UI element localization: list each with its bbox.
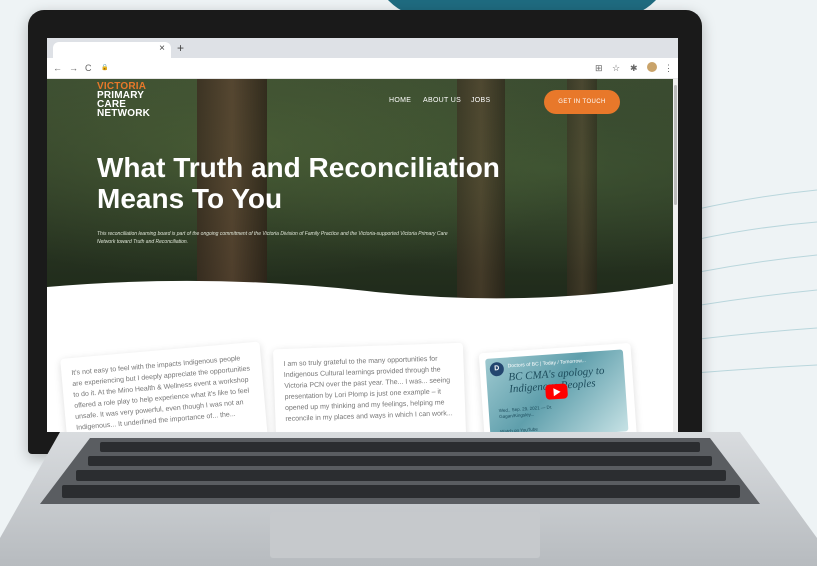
nav-jobs[interactable]: JOBS (471, 97, 490, 104)
testimonial-text: I am so truly grateful to the many oppor… (283, 355, 453, 423)
close-icon[interactable]: × (159, 43, 165, 54)
extensions-icon[interactable]: ⊞ (595, 63, 603, 74)
video-embed[interactable]: D Doctors of BC | Today / Tomorrow... BC… (485, 349, 629, 432)
scroll-thumb[interactable] (674, 85, 677, 205)
testimonial-card: I am so truly grateful to the many oppor… (272, 342, 468, 432)
browser-toolbar: ← → C 🔒 ⊞ ☆ ✱ ⋮ (47, 58, 678, 79)
star-icon[interactable]: ☆ (612, 63, 620, 74)
laptop-base (0, 432, 817, 566)
puzzle-icon[interactable]: ✱ (630, 63, 638, 74)
browser-tab[interactable]: × (53, 42, 171, 58)
back-icon[interactable]: ← (53, 63, 62, 73)
site-logo[interactable]: VICTORIA PRIMARY CARE NETWORK (97, 82, 151, 119)
reload-icon[interactable]: C (85, 63, 92, 73)
logo-line: NETWORK (97, 108, 151, 119)
hero-subtitle: This reconciliation learning board is pa… (97, 231, 448, 245)
testimonial-card: It's not easy to feel with the impacts I… (60, 341, 270, 432)
menu-kebab-icon[interactable]: ⋮ (664, 63, 673, 74)
scrollbar[interactable] (673, 79, 678, 432)
video-date: Wed., Sep. 29, 2021 — Dr. Gagan/Kingsley… (498, 404, 553, 420)
avatar[interactable] (647, 62, 657, 72)
page-title: What Truth and Reconciliation Means To Y… (97, 152, 500, 214)
new-tab-icon[interactable]: + (177, 41, 184, 55)
browser-window: × + ← → C 🔒 ⊞ ☆ ✱ ⋮ VICTORIA PRIMARY CAR… (47, 38, 678, 432)
video-card: D Doctors of BC | Today / Tomorrow... BC… (478, 342, 638, 432)
play-icon[interactable] (545, 383, 569, 400)
nav-home[interactable]: HOME (389, 97, 411, 104)
forward-icon[interactable]: → (69, 63, 78, 73)
channel-icon: D (489, 361, 505, 377)
nav-about-us[interactable]: ABOUT US (423, 97, 461, 104)
tab-strip: × + (47, 38, 678, 58)
testimonial-text: It's not easy to feel with the impacts I… (71, 355, 251, 432)
hero-wave (47, 280, 678, 313)
get-in-touch-button[interactable]: GET IN TOUCH (544, 90, 620, 114)
lock-icon: 🔒 (101, 65, 109, 71)
